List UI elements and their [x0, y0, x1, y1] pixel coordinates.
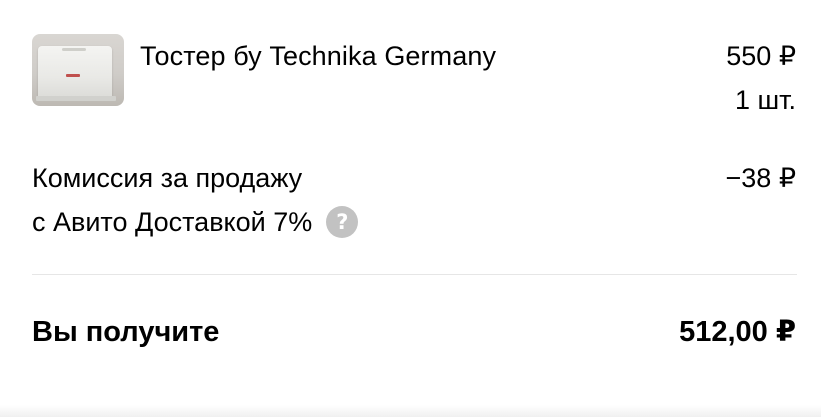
- commission-amount: −38 ₽: [725, 163, 796, 193]
- product-quantity: 1 шт.: [734, 85, 796, 115]
- divider: [32, 274, 797, 275]
- product-price: 550 ₽: [726, 41, 796, 71]
- order-summary-card: Тостер бу Technika Germany 550 ₽ 1 шт. К…: [0, 0, 821, 417]
- toaster-logo-shape: [66, 74, 80, 77]
- commission-label-line2: с Авито Доставкой 7% ?: [32, 204, 359, 240]
- toaster-base-shape: [36, 96, 116, 101]
- total-amount: 512,00 ₽: [679, 316, 796, 348]
- commission-label: Комиссия за продажу: [32, 163, 303, 193]
- product-image[interactable]: [32, 34, 124, 106]
- product-title[interactable]: Тостер бу Technika Germany: [140, 38, 496, 74]
- help-icon[interactable]: ?: [326, 206, 359, 238]
- toaster-body-shape: [38, 46, 112, 98]
- commission-label-text: с Авито Доставкой 7%: [32, 207, 313, 237]
- bottom-edge-shadow: [0, 405, 821, 417]
- total-label: Вы получите: [32, 316, 220, 348]
- toaster-slot-shape: [62, 48, 86, 51]
